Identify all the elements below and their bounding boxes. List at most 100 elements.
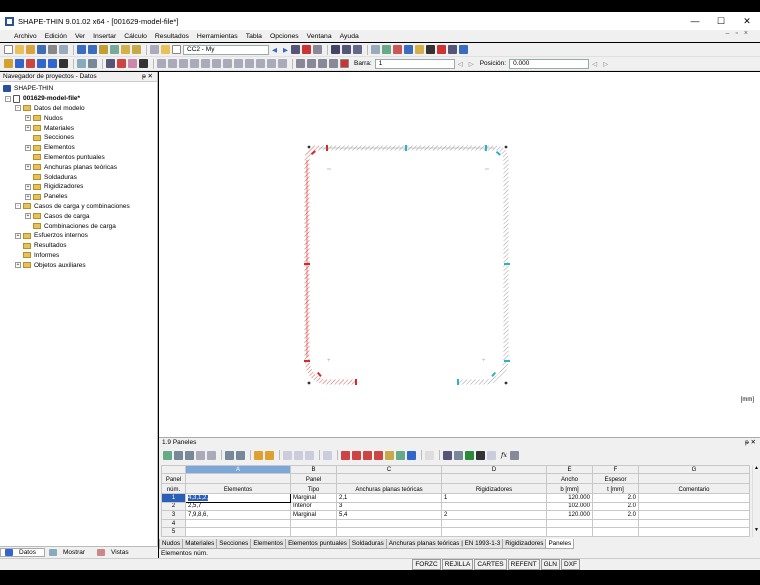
tree-item[interactable]: + Paneles [0,192,157,202]
table-view-icon[interactable] [476,450,485,460]
menu-insertar[interactable]: Insertar [89,33,120,40]
cell-rigidizadores[interactable]: 2 [441,510,547,520]
zoom-icon[interactable] [415,45,424,54]
edit1-icon[interactable] [296,59,305,68]
measure-icon[interactable] [88,59,97,68]
tree-item[interactable]: + Elementos [0,143,157,153]
snap5-icon[interactable] [201,59,210,68]
cell-comentario[interactable] [638,510,750,520]
cell-rigidizadores[interactable]: 1 [441,493,547,503]
snap3-icon[interactable] [179,59,188,68]
tree-item[interactable]: Resultados [0,241,157,251]
menu-edicion[interactable]: Edición [41,33,71,40]
table-select-icon[interactable] [396,450,405,460]
table-nav1-icon[interactable] [163,450,172,460]
project-icon[interactable] [26,45,35,54]
corner-cell[interactable] [161,465,186,474]
section-outline-left[interactable] [304,145,357,385]
dim-icon[interactable] [77,59,86,68]
snap10-icon[interactable] [256,59,265,68]
table-delete4-icon[interactable] [374,450,383,460]
tab-vistas[interactable]: Vistas [93,549,137,556]
load-icon[interactable] [117,59,126,68]
cell-anchuras[interactable] [336,518,442,529]
tree-item[interactable]: + Anchuras planas teóricas [0,162,157,172]
expand-icon[interactable]: + [25,115,31,122]
element-icon[interactable] [26,59,35,68]
row-number[interactable]: 2 [161,501,186,512]
tab-elementos[interactable]: Elementos [250,539,287,549]
cell-elementos[interactable] [185,518,291,529]
menu-archivo[interactable]: Archivo [0,33,41,40]
show-results-icon[interactable] [291,45,300,54]
table-filter1-icon[interactable] [254,450,263,460]
table-check-icon[interactable] [487,450,496,460]
barra-next-icon[interactable]: ▷ [469,60,474,68]
snap11-icon[interactable] [267,59,276,68]
table-prev-icon[interactable] [225,450,234,460]
check-icon[interactable] [121,45,130,54]
column-header-f[interactable]: F [592,465,639,474]
loadcase-select[interactable]: CC2 - My [183,44,269,55]
results-icon[interactable] [110,45,119,54]
cell-rigidizadores[interactable] [441,501,547,512]
snap4-icon[interactable] [190,59,199,68]
expand-icon[interactable]: + [15,232,21,239]
column-header-g[interactable]: G [638,465,750,474]
values-icon[interactable] [313,45,322,54]
section-drawing[interactable]: + + [159,72,760,437]
posicion-prev-icon[interactable]: ◁ [592,60,597,68]
table-filter-icon[interactable] [510,450,520,460]
tab-secciones[interactable]: Secciones [216,539,252,549]
table-cut-icon[interactable] [323,450,332,460]
expand-icon[interactable]: + [25,144,31,151]
redo-icon[interactable] [88,45,97,54]
table-row[interactable]: 3 7,9,8,6, Marginal 5,4 2 120.000 2.0 [161,510,750,520]
cell-anchuras[interactable] [336,527,442,537]
status-gln[interactable]: GLN [540,559,560,570]
snap6-icon[interactable] [212,59,221,68]
tree-item[interactable]: - Datos del modelo [0,104,157,114]
tab-rigidizadores[interactable]: Rigidizadores [502,539,547,549]
cell-anchuras[interactable]: 2,1 [336,493,442,503]
nodes[interactable]: + + [304,145,510,385]
snap9-icon[interactable] [245,59,254,68]
tab-anchuras[interactable]: Anchuras planas teóricas | EN 1993-1-3 [385,539,504,549]
expand-icon[interactable]: + [25,193,31,200]
navigator-pin-close[interactable]: ᵽ ✕ [142,72,153,82]
section-icon[interactable] [426,45,435,54]
view2-icon[interactable] [342,45,351,54]
tree-item[interactable]: Secciones [0,133,157,143]
snap8-icon[interactable] [234,59,243,68]
status-refent[interactable]: REFENT [507,559,540,570]
cell-elementos[interactable] [185,527,291,537]
save-icon[interactable] [37,45,46,54]
row-number[interactable]: 4 [161,518,186,529]
barra-select[interactable]: 1 [374,58,455,69]
prev-loadcase-icon[interactable]: ◀ [272,46,277,54]
expand-icon[interactable]: + [25,164,31,171]
display-icon[interactable] [150,45,159,54]
cell-ancho[interactable] [546,518,593,529]
tree-file[interactable]: - 001629-model-file* [0,94,157,104]
panel-icon[interactable] [172,45,181,54]
help-icon[interactable] [459,45,468,54]
view-icon[interactable] [331,45,340,54]
move-icon[interactable] [404,45,413,54]
open-folder-icon[interactable] [15,45,24,54]
table-filter2-icon[interactable] [265,450,274,460]
table-delete3-icon[interactable] [363,450,372,460]
new-file-icon[interactable] [4,45,13,54]
cell-comentario[interactable] [638,518,750,529]
grid-icon[interactable] [371,45,380,54]
table-row[interactable]: 2 2,5,7 Interior 3 102.000 2.0 [161,501,750,512]
cell-comentario[interactable] [638,493,750,503]
cell-espesor[interactable]: 2.0 [592,493,639,503]
status-dxf[interactable]: DXF [561,559,580,570]
calculate-icon[interactable] [99,45,108,54]
snap12-icon[interactable] [278,59,287,68]
cell-rigidizadores[interactable] [441,518,547,529]
mesh-icon[interactable] [106,59,115,68]
expand-icon[interactable]: + [25,213,31,220]
menu-resultados[interactable]: Resultados [151,33,193,40]
